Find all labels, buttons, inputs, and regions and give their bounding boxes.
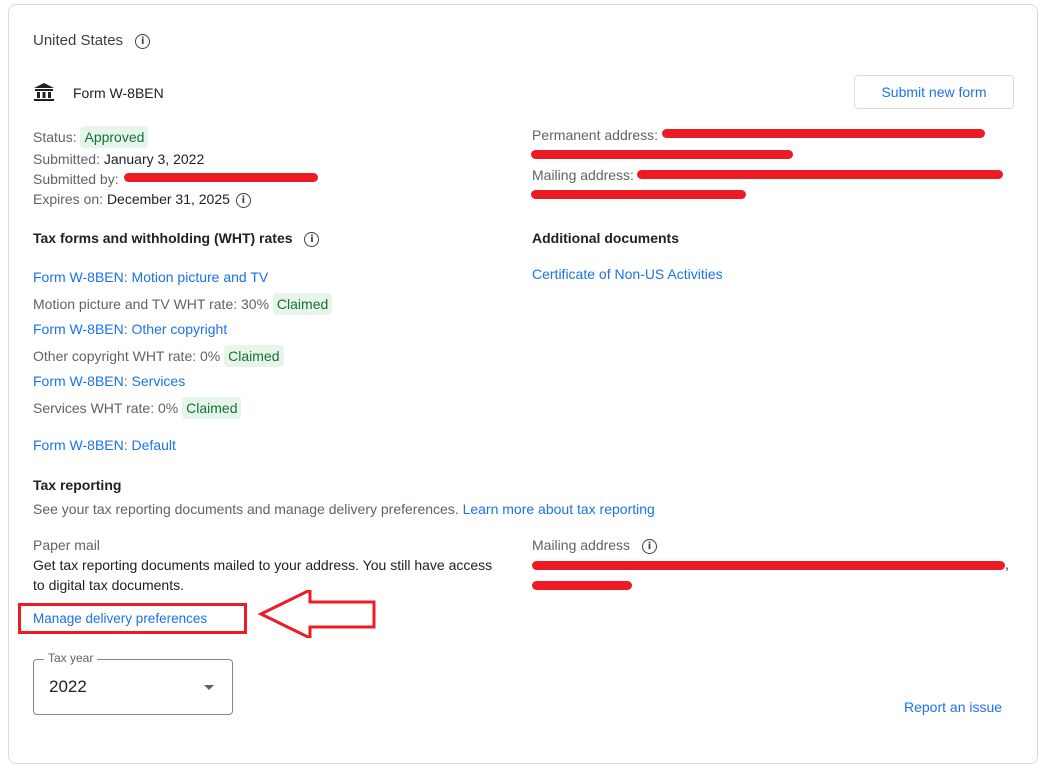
form-link-other-copyright[interactable]: Form W-8BEN: Other copyright [33, 321, 227, 337]
rate-row-motion-picture: Motion picture and TV WHT rate: 30% Clai… [33, 293, 333, 315]
paper-mail-label: Paper mail [33, 537, 100, 553]
form-link-default[interactable]: Form W-8BEN: Default [33, 437, 176, 453]
redaction-mark [531, 190, 746, 199]
annotation-highlight-box [18, 603, 247, 634]
country-title: United States i [33, 32, 151, 49]
rate-row-services: Services WHT rate: 0% Claimed [33, 397, 242, 419]
country-name: United States [33, 32, 124, 49]
rate-row-other-copyright: Other copyright WHT rate: 0% Claimed [33, 345, 284, 367]
form-link-motion-picture[interactable]: Form W-8BEN: Motion picture and TV [33, 269, 268, 285]
report-issue-link[interactable]: Report an issue [904, 699, 1002, 715]
redaction-mark [531, 150, 793, 159]
certificate-link[interactable]: Certificate of Non-US Activities [532, 266, 723, 282]
bank-icon [34, 83, 54, 101]
expires-row: Expires on: December 31, 2025 i [33, 191, 251, 208]
claimed-badge: Claimed [272, 293, 333, 315]
status-row: Status: Approved [33, 126, 149, 148]
tax-year-value: 2022 [49, 677, 87, 696]
info-icon[interactable]: i [235, 192, 251, 208]
redaction-mark [124, 173, 318, 182]
info-icon[interactable]: i [304, 231, 320, 247]
mailing-address-row: Mailing address: [532, 167, 634, 183]
tax-year-select[interactable]: Tax year 2022 [33, 651, 233, 715]
submit-new-form-button[interactable]: Submit new form [854, 75, 1014, 109]
paper-mail-description-1: Get tax reporting documents mailed to yo… [33, 557, 493, 573]
info-icon[interactable]: i [135, 33, 151, 49]
dropdown-arrow-icon [204, 685, 214, 690]
claimed-badge: Claimed [182, 397, 242, 419]
redaction-mark [532, 561, 1005, 570]
tax-reporting-description: See your tax reporting documents and man… [33, 501, 655, 517]
form-link-services[interactable]: Form W-8BEN: Services [33, 373, 185, 389]
submitted-by-row: Submitted by: [33, 171, 119, 187]
info-icon[interactable]: i [641, 538, 657, 554]
tax-reporting-heading: Tax reporting [33, 477, 122, 493]
redaction-mark [532, 581, 632, 590]
redaction-mark [637, 170, 1003, 179]
tax-forms-heading: Tax forms and withholding (WHT) rates i [33, 230, 320, 247]
additional-documents-heading: Additional documents [532, 230, 679, 246]
paper-mail-description-2: to digital tax documents. [33, 577, 184, 593]
annotation-arrow [258, 590, 376, 638]
learn-more-link[interactable]: Learn more about tax reporting [463, 501, 655, 517]
redaction-mark [662, 129, 985, 138]
form-title: Form W-8BEN [73, 85, 164, 101]
tax-year-label: Tax year [44, 651, 98, 665]
claimed-badge: Claimed [224, 345, 284, 367]
mailing-address-comma: , [1005, 556, 1009, 572]
mailing-address-label: Mailing address i [532, 537, 657, 554]
submitted-row: Submitted: January 3, 2022 [33, 151, 205, 167]
permanent-address-row: Permanent address: [532, 127, 659, 143]
status-badge: Approved [80, 126, 149, 148]
